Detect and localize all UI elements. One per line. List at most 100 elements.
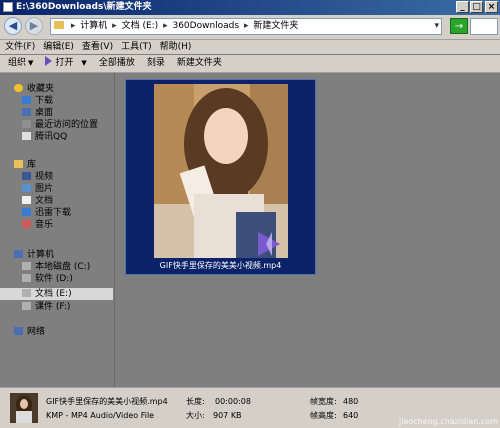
- chevron-down-icon: ▼: [28, 59, 34, 67]
- menu-bar: 文件(F) 编辑(E) 查看(V) 工具(T) 帮助(H): [0, 40, 500, 54]
- minimize-button[interactable]: _: [456, 1, 469, 13]
- nav-item-label: 音乐: [35, 220, 54, 230]
- menu-help[interactable]: 帮助(H): [156, 40, 196, 54]
- picture-icon: [22, 184, 31, 192]
- back-arrow-icon: ◀: [8, 19, 18, 32]
- breadcrumb-current-folder[interactable]: 新建文件夹: [253, 21, 298, 31]
- chevron-down-icon: ▼: [81, 59, 87, 67]
- command-toolbar: 组织 ▼ 打开 ▼ 全部播放 刻录 新建文件夹: [0, 55, 500, 73]
- go-arrow-icon: →: [454, 21, 464, 32]
- nav-item-label: 文档: [35, 196, 54, 206]
- breadcrumb-separator-icon: ▸: [163, 21, 168, 31]
- nav-item-downloads[interactable]: 下载: [22, 95, 53, 107]
- breadcrumb-downloads[interactable]: 360Downloads: [172, 21, 239, 31]
- nav-item-videos[interactable]: 视频: [22, 171, 53, 183]
- nav-item-label: 桌面: [35, 108, 54, 118]
- video-thumbnail: [154, 84, 288, 258]
- go-button[interactable]: →: [450, 18, 468, 34]
- nav-libraries-label: 库: [27, 160, 37, 170]
- breadcrumb-separator-icon: ▸: [112, 21, 117, 31]
- forward-arrow-icon: ▶: [29, 19, 39, 32]
- nav-drive-c[interactable]: 本地磁盘 (C:): [22, 261, 90, 273]
- menu-view[interactable]: 查看(V): [78, 40, 117, 54]
- library-icon: [14, 160, 23, 168]
- file-list-area[interactable]: GIF快手里保存的美美小视频.mp4: [115, 73, 500, 387]
- details-thumbnail: [10, 393, 38, 423]
- breadcrumb-drive[interactable]: 文档 (E:): [122, 21, 159, 31]
- watermark: jiaocheng.chazidian.com: [398, 417, 498, 426]
- nav-network[interactable]: 网络: [14, 326, 45, 338]
- menu-tools[interactable]: 工具(T): [117, 40, 156, 54]
- drive-icon: [22, 289, 31, 297]
- play-all-button[interactable]: 全部播放: [93, 55, 141, 72]
- nav-item-thunder[interactable]: 迅雷下载: [22, 207, 71, 219]
- download-folder-icon: [22, 96, 31, 104]
- folder-icon: [54, 21, 64, 29]
- details-filename: GIF快手里保存的美美小视频.mp4: [46, 397, 168, 406]
- nav-item-label: 最近访问的位置: [35, 120, 99, 130]
- address-field[interactable]: ▸ 计算机 ▸ 文档 (E:) ▸ 360Downloads ▸ 新建文件夹 ▾: [50, 18, 442, 35]
- nav-item-documents[interactable]: 文档: [22, 195, 53, 207]
- title-bar: E:\360Downloads\新建文件夹 _ □ ×: [0, 0, 500, 15]
- drive-icon: [22, 302, 31, 310]
- thunder-download-icon: [22, 208, 31, 216]
- nav-item-label: 图片: [35, 184, 54, 194]
- nav-item-label: 课件 (F:): [35, 302, 71, 312]
- nav-favorites[interactable]: 收藏夹: [14, 83, 54, 95]
- breadcrumb-separator-icon: ▸: [70, 21, 76, 31]
- document-icon: [22, 196, 31, 204]
- nav-item-label: 本地磁盘 (C:): [35, 262, 91, 272]
- folder-icon[interactable]: [3, 2, 13, 12]
- nav-drive-f[interactable]: 课件 (F:): [22, 301, 70, 313]
- nav-item-desktop[interactable]: 桌面: [22, 107, 53, 119]
- details-pane: GIF快手里保存的美美小视频.mp4 长度: 00:00:08 KMP - MP…: [0, 387, 500, 428]
- nav-item-label: 迅雷下载: [35, 208, 72, 218]
- forward-button[interactable]: ▶: [25, 17, 43, 35]
- new-folder-button[interactable]: 新建文件夹: [171, 55, 228, 72]
- close-button[interactable]: ×: [485, 1, 498, 13]
- computer-icon: [14, 250, 23, 258]
- back-button[interactable]: ◀: [4, 17, 22, 35]
- address-toolbar: ◀ ▶ ▸ 计算机 ▸ 文档 (E:) ▸ 360Downloads ▸ 新建文…: [0, 15, 500, 40]
- thumbnail-image: [154, 84, 288, 258]
- nav-item-pictures[interactable]: 图片: [22, 183, 53, 195]
- file-tile[interactable]: GIF快手里保存的美美小视频.mp4: [125, 79, 316, 275]
- breadcrumb-computer[interactable]: 计算机: [80, 21, 107, 31]
- play-button[interactable]: 打开 ▼: [39, 55, 92, 72]
- size-label: 大小:: [186, 411, 205, 420]
- nav-item-qq[interactable]: 腾讯QQ: [22, 131, 67, 143]
- nav-drive-d[interactable]: 软件 (D:): [22, 273, 73, 285]
- play-icon: [45, 56, 53, 66]
- qq-icon: [22, 132, 31, 140]
- nav-drive-e[interactable]: 文档 (E:): [0, 288, 113, 300]
- breadcrumb-separator-icon: ▸: [243, 21, 249, 31]
- menu-edit[interactable]: 编辑(E): [39, 40, 78, 54]
- maximize-button[interactable]: □: [470, 1, 483, 13]
- nav-item-label: 视频: [35, 172, 54, 182]
- size-value: 907 KB: [213, 411, 242, 420]
- organize-button[interactable]: 组织 ▼: [0, 55, 39, 72]
- nav-libraries[interactable]: 库: [14, 159, 36, 171]
- menu-file[interactable]: 文件(F): [0, 40, 39, 54]
- frame-height-label: 帧高度:: [310, 411, 337, 420]
- search-input[interactable]: [470, 18, 498, 35]
- address-dropdown-icon[interactable]: ▾: [434, 19, 439, 34]
- details-thumbnail-image: [10, 393, 38, 423]
- frame-height-value: 640: [343, 411, 359, 420]
- nav-network-label: 网络: [27, 327, 46, 337]
- play-label: 打开: [55, 58, 74, 68]
- recent-places-icon: [22, 120, 31, 128]
- nav-item-music[interactable]: 音乐: [22, 219, 53, 231]
- star-icon: [14, 84, 23, 92]
- navigation-pane: 收藏夹 下载 桌面 最近访问的位置 腾讯QQ 库 视频 图片 文档 迅雷下载 音…: [0, 73, 115, 387]
- file-type: KMP - MP4 Audio/Video File: [46, 411, 155, 420]
- nav-computer[interactable]: 计算机: [14, 249, 54, 261]
- organize-label: 组织: [8, 58, 27, 68]
- nav-computer-label: 计算机: [27, 250, 55, 260]
- nav-item-recent[interactable]: 最近访问的位置: [22, 119, 98, 131]
- network-icon: [14, 327, 23, 335]
- burn-button[interactable]: 刻录: [141, 55, 171, 72]
- music-icon: [22, 220, 31, 228]
- frame-width-value: 480: [343, 397, 359, 406]
- nav-item-label: 下载: [35, 96, 54, 106]
